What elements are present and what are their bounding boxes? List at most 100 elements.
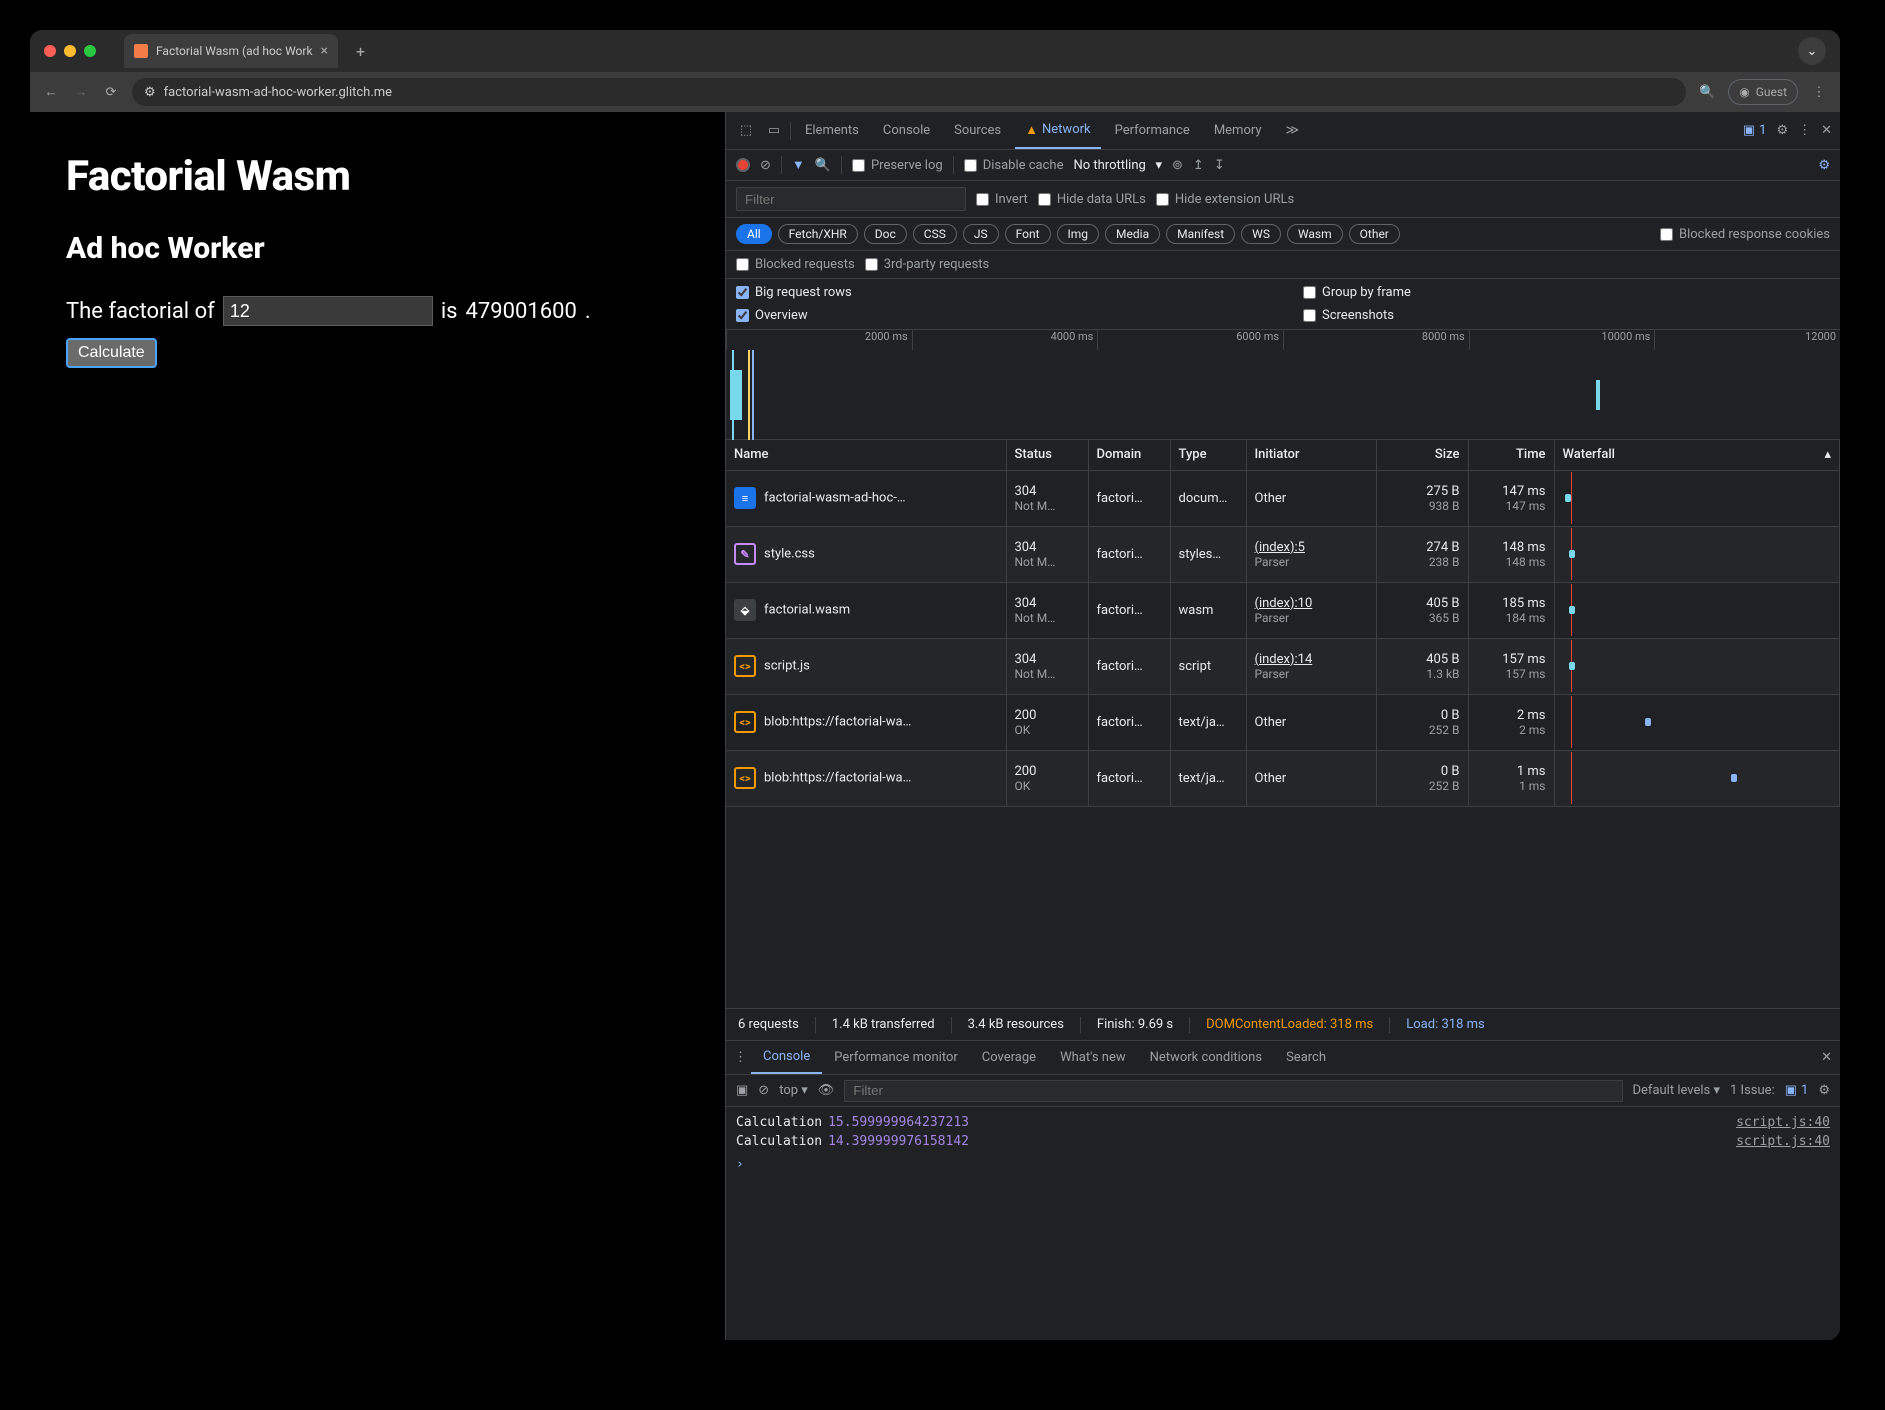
column-size[interactable]: Size	[1376, 440, 1468, 470]
tabs-overflow[interactable]: ≫	[1276, 112, 1310, 149]
timeline-tick: 4000 ms	[912, 330, 1098, 350]
column-time[interactable]: Time	[1468, 440, 1554, 470]
request-row[interactable]: ✎style.css 304Not M… factori… styles… (i…	[726, 526, 1840, 582]
profile-guest-button[interactable]: ◉ Guest	[1728, 79, 1798, 105]
column-type[interactable]: Type	[1170, 440, 1246, 470]
type-pill-manifest[interactable]: Manifest	[1166, 224, 1235, 244]
source-link[interactable]: script.js:40	[1736, 1134, 1830, 1149]
context-select[interactable]: top ▾	[779, 1083, 808, 1098]
overview-checkbox[interactable]: Overview	[736, 308, 1263, 323]
levels-select[interactable]: Default levels ▾	[1633, 1083, 1721, 1098]
filter-icon[interactable]: ▼	[792, 157, 805, 173]
blocked-cookies-checkbox[interactable]: Blocked response cookies	[1660, 227, 1830, 242]
network-filter-input[interactable]	[736, 187, 966, 211]
calculate-button[interactable]: Calculate	[66, 338, 157, 368]
site-settings-icon[interactable]: ⚙	[144, 85, 156, 100]
forward-button[interactable]: →	[72, 83, 90, 101]
group-frame-checkbox[interactable]: Group by frame	[1303, 285, 1830, 300]
console-prompt[interactable]: ›	[736, 1151, 1830, 1172]
preserve-log-checkbox[interactable]: Preserve log	[852, 158, 943, 173]
type-pill-js[interactable]: JS	[963, 224, 999, 244]
throttling-select[interactable]: No throttling ▾	[1073, 158, 1162, 173]
issues-badge[interactable]: ▣ 1	[1743, 123, 1767, 138]
source-link[interactable]: script.js:40	[1736, 1115, 1830, 1130]
screenshots-checkbox[interactable]: Screenshots	[1303, 308, 1830, 323]
drawer-menu-icon[interactable]: ⋮	[734, 1050, 747, 1065]
tab-console[interactable]: Console	[873, 112, 940, 149]
new-tab-button[interactable]: +	[356, 42, 365, 61]
tab-network[interactable]: ▲Network	[1015, 112, 1100, 149]
type-pill-css[interactable]: CSS	[913, 224, 957, 244]
download-icon[interactable]: ↧	[1214, 158, 1225, 173]
type-pill-ws[interactable]: WS	[1241, 224, 1281, 244]
close-tab-button[interactable]: ×	[321, 43, 328, 59]
record-button[interactable]	[736, 158, 750, 172]
request-row[interactable]: <>script.js 304Not M… factori… script (i…	[726, 638, 1840, 694]
hide-data-urls-checkbox[interactable]: Hide data URLs	[1038, 192, 1146, 207]
url-field[interactable]: ⚙ factorial-wasm-ad-hoc-worker.glitch.me	[132, 78, 1686, 106]
settings-icon[interactable]: ⚙	[1776, 123, 1788, 138]
zoom-icon[interactable]: 🔍	[1698, 83, 1716, 101]
third-party-checkbox[interactable]: 3rd-party requests	[865, 257, 990, 272]
column-name[interactable]: Name	[726, 440, 1006, 470]
type-pill-font[interactable]: Font	[1005, 224, 1051, 244]
type-pill-fetchxhr[interactable]: Fetch/XHR	[778, 224, 858, 244]
tab-memory[interactable]: Memory	[1204, 112, 1272, 149]
tab-sources[interactable]: Sources	[944, 112, 1011, 149]
type-pill-all[interactable]: All	[736, 224, 772, 244]
network-timeline[interactable]: 2000 ms4000 ms6000 ms8000 ms10000 ms1200…	[726, 330, 1840, 440]
column-status[interactable]: Status	[1006, 440, 1088, 470]
column-initiator[interactable]: Initiator	[1246, 440, 1376, 470]
network-table: NameStatusDomainTypeInitiatorSizeTimeWat…	[726, 440, 1840, 1008]
big-rows-checkbox[interactable]: Big request rows	[736, 285, 1263, 300]
disable-cache-checkbox[interactable]: Disable cache	[964, 158, 1064, 173]
inspect-icon[interactable]: ⬚	[734, 123, 758, 138]
menu-button[interactable]: ⋮	[1810, 83, 1828, 101]
console-filter-input[interactable]	[844, 1080, 1622, 1102]
column-domain[interactable]: Domain	[1088, 440, 1170, 470]
request-row[interactable]: ⬙factorial.wasm 304Not M… factori… wasm …	[726, 582, 1840, 638]
drawer-tab-what's-new[interactable]: What's new	[1048, 1041, 1138, 1074]
close-window-button[interactable]	[44, 45, 56, 57]
drawer-tab-performance-monitor[interactable]: Performance monitor	[822, 1041, 970, 1074]
wifi-icon[interactable]: ⊚	[1172, 158, 1183, 173]
request-row[interactable]: <>blob:https://factorial-wa… 200OK facto…	[726, 750, 1840, 806]
drawer-tab-console[interactable]: Console	[751, 1041, 822, 1074]
type-pill-media[interactable]: Media	[1105, 224, 1160, 244]
console-settings-icon[interactable]: ⚙	[1818, 1083, 1830, 1098]
more-icon[interactable]: ⋮	[1798, 123, 1811, 138]
back-button[interactable]: ←	[42, 83, 60, 101]
tabs-dropdown-button[interactable]: ⌄	[1798, 37, 1826, 65]
network-settings-icon[interactable]: ⚙	[1818, 158, 1830, 173]
type-pill-wasm[interactable]: Wasm	[1287, 224, 1343, 244]
device-icon[interactable]: ▭	[762, 123, 786, 138]
browser-tab[interactable]: Factorial Wasm (ad hoc Work ×	[124, 34, 338, 68]
blocked-requests-checkbox[interactable]: Blocked requests	[736, 257, 855, 272]
reload-button[interactable]: ⟳	[102, 83, 120, 101]
invert-checkbox[interactable]: Invert	[976, 192, 1028, 207]
tab-performance[interactable]: Performance	[1105, 112, 1200, 149]
close-drawer-button[interactable]: ✕	[1821, 1050, 1832, 1065]
sidebar-toggle-icon[interactable]: ▣	[736, 1083, 748, 1098]
drawer-tab-coverage[interactable]: Coverage	[970, 1041, 1048, 1074]
clear-console-button[interactable]: ⊘	[758, 1083, 769, 1098]
live-expression-icon[interactable]: 👁	[818, 1083, 835, 1098]
type-pill-img[interactable]: Img	[1057, 224, 1100, 244]
factorial-input[interactable]	[223, 296, 433, 326]
request-row[interactable]: <>blob:https://factorial-wa… 200OK facto…	[726, 694, 1840, 750]
tab-elements[interactable]: Elements	[795, 112, 869, 149]
close-devtools-button[interactable]: ✕	[1821, 123, 1832, 138]
type-pill-other[interactable]: Other	[1349, 224, 1400, 244]
hide-extension-urls-checkbox[interactable]: Hide extension URLs	[1156, 192, 1294, 207]
request-row[interactable]: ≡factorial-wasm-ad-hoc-… 304Not M… facto…	[726, 470, 1840, 526]
drawer-tab-search[interactable]: Search	[1274, 1041, 1338, 1074]
console-issue-badge[interactable]: ▣ 1	[1785, 1083, 1809, 1098]
maximize-window-button[interactable]	[84, 45, 96, 57]
search-icon[interactable]: 🔍	[815, 158, 831, 173]
column-waterfall[interactable]: Waterfall▴	[1554, 440, 1840, 470]
minimize-window-button[interactable]	[64, 45, 76, 57]
clear-button[interactable]: ⊘	[760, 158, 771, 173]
upload-icon[interactable]: ↥	[1193, 158, 1204, 173]
type-pill-doc[interactable]: Doc	[864, 224, 907, 244]
drawer-tab-network-conditions[interactable]: Network conditions	[1138, 1041, 1274, 1074]
